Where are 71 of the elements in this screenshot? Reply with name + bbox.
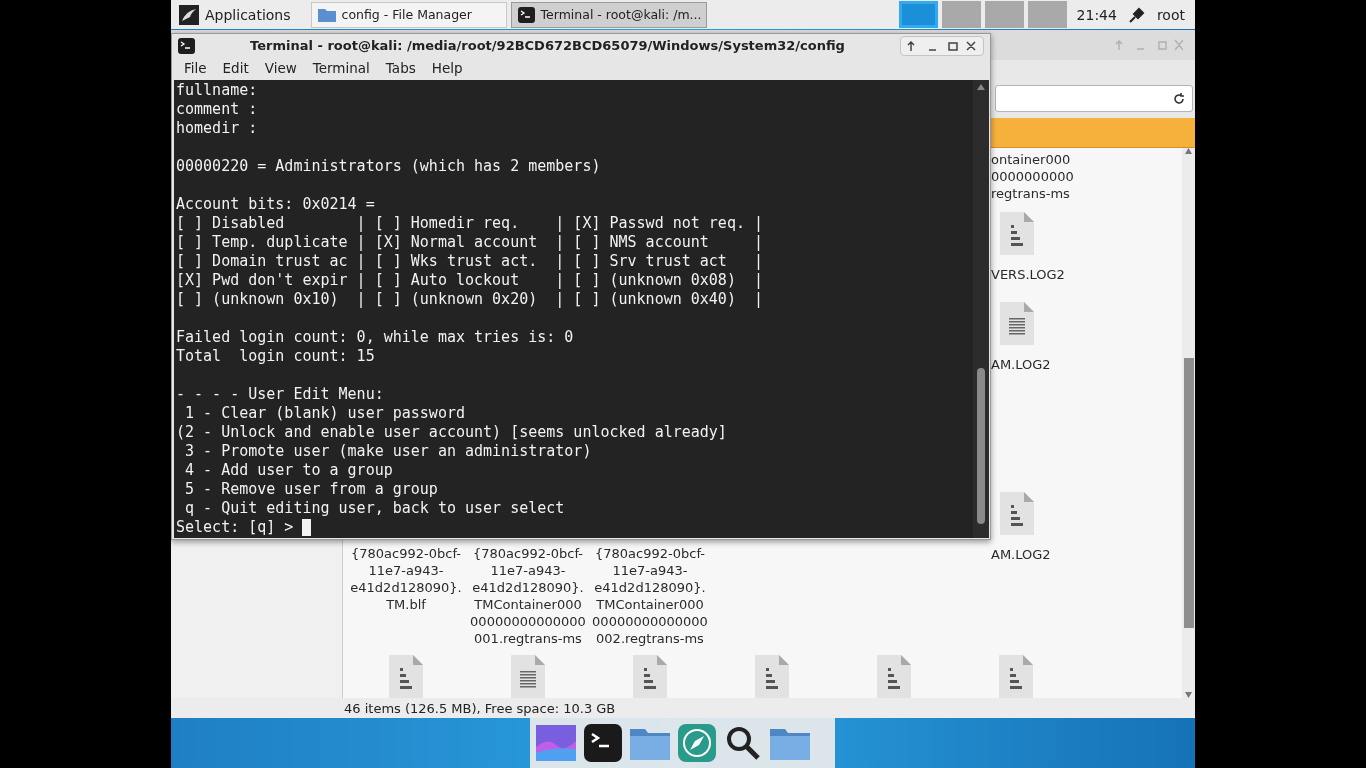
terminal-line: [ ] Temp. duplicate | [X] Normal account | [ ] NMS account | — [176, 233, 764, 252]
applications-menu[interactable]: Applications — [175, 1, 295, 28]
scrollbar-thumb[interactable] — [977, 368, 985, 524]
workspace-button[interactable] — [941, 1, 981, 28]
terminal-line: [ ] Domain trust ac | [ ] Wks trust act. | [ ] Srv trust act | — [176, 252, 764, 271]
menu-item[interactable]: Terminal — [304, 60, 378, 77]
terminal-line: Account bits: 0x0214 = — [176, 195, 376, 214]
file-name: VERS.LOG2 — [991, 266, 1065, 283]
binary-file-icon — [388, 655, 424, 698]
file-name: ontainer000 0000000000 regtrans-ms — [991, 151, 1074, 202]
folder-icon[interactable] — [770, 726, 810, 760]
terminal-line: homedir : — [176, 119, 259, 138]
taskbar-button[interactable]: config - File Manager — [310, 1, 507, 28]
terminal-line: 5 - Remove user from a group — [184, 480, 439, 499]
menu-item[interactable]: File — [176, 60, 215, 77]
file-name: AM.LOG2 — [991, 356, 1051, 373]
file-name: {780ac992-0bcf- 11e7-a943- e41d2d128090}. TMContainer000 00000000000000 001.regtrans-ms — [470, 545, 586, 648]
binary-file-icon — [999, 492, 1035, 536]
terminal-line: - - - - User Edit Menu: — [176, 385, 385, 404]
search-icon[interactable] — [724, 724, 762, 762]
menu-item[interactable]: Tabs — [377, 60, 424, 77]
workspace-button[interactable] — [984, 1, 1024, 28]
compass-icon[interactable] — [678, 724, 716, 762]
terminal-line: Failed login count: 0, while max tries is: 0 — [176, 328, 575, 347]
window-controls-icon[interactable] — [907, 39, 977, 52]
scrollbar[interactable] — [1182, 148, 1195, 698]
binary-file-icon — [754, 655, 790, 698]
taskbar-button[interactable]: Terminal - root@kali: /m... — [510, 1, 707, 28]
folder-icon — [317, 7, 336, 22]
terminal-prompt: Select: [q] > — [176, 518, 294, 537]
scrollbar-thumb[interactable] — [1184, 358, 1194, 628]
menu-item[interactable]: View — [256, 60, 305, 77]
terminal-line: [ ] (unknown 0x10) | [ ] (unknown 0x20) | [ ] (unknown 0x40) | — [176, 290, 764, 309]
window-controls-icon — [1115, 39, 1183, 51]
terminal-icon — [517, 6, 535, 23]
scrollbar[interactable] — [973, 80, 989, 538]
terminal-line: (2 - Unlock and enable user account) [seems unlocked already] — [176, 423, 728, 442]
window-title: Terminal - root@kali: /media/root/92BCD672BCD65079/Windows/System32/config — [249, 38, 846, 54]
folder-icon[interactable] — [630, 726, 670, 760]
file-name: AM.LOG2 — [991, 546, 1051, 563]
terminal-line: Total login count: 15 — [176, 347, 376, 366]
binary-file-icon — [876, 655, 912, 698]
text-cursor — [302, 519, 312, 536]
binary-file-icon — [999, 212, 1035, 256]
terminal-line: [X] Pwd don't expir | [ ] Auto lockout | [ ] (unknown 0x08) | — [176, 271, 764, 290]
terminal-icon[interactable] — [584, 724, 622, 762]
terminal-line: q - Quit editing user, back to user select — [184, 499, 566, 518]
binary-file-icon — [632, 655, 668, 698]
terminal-line: comment : — [176, 100, 259, 119]
status-bar: 46 items (126.5 MB), Free space: 10.3 GB — [171, 698, 1195, 718]
terminal-icon — [178, 37, 195, 54]
menu-item[interactable]: Edit — [214, 60, 257, 77]
file-name: {780ac992-0bcf- 11e7-a943- e41d2d128090}. TM.blf — [350, 545, 462, 614]
binary-file-icon — [998, 655, 1034, 698]
text-file-icon — [510, 655, 546, 698]
workspace-button[interactable] — [1027, 1, 1067, 28]
workspace-button[interactable] — [898, 1, 938, 28]
text-file-icon — [999, 302, 1035, 346]
terminal-line: 00000220 = Administrators (which has 2 members) — [176, 157, 602, 176]
terminal-line: 4 - Add user to a group — [184, 461, 394, 480]
file-name: {780ac992-0bcf- 11e7-a943- e41d2d128090}. TMContainer000 00000000000000 002.regtrans-ms — [592, 545, 708, 648]
terminal-line: 1 - Clear (blank) user password — [184, 404, 466, 423]
path-field[interactable] — [995, 85, 1193, 112]
scroll-up-icon[interactable] — [977, 84, 985, 90]
terminal-line: 3 - Promote user (make user an administrator) — [184, 442, 593, 461]
user-name: root — [1155, 6, 1186, 23]
menu-item[interactable]: Help — [423, 60, 471, 77]
terminal-line: fullname: — [176, 81, 259, 100]
reload-icon[interactable] — [1172, 91, 1186, 106]
terminal-line: [ ] Disabled | [ ] Homedir req. | [X] Passwd not req. | — [176, 214, 764, 233]
clock: 21:44 — [1075, 6, 1118, 23]
